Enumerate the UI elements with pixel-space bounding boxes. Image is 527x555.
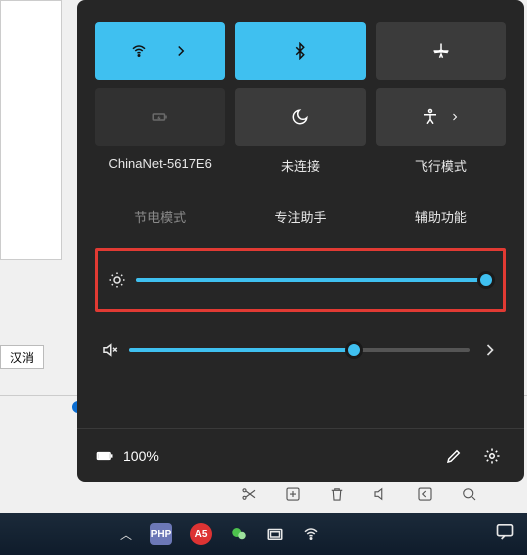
taskbar[interactable]: ︿ PHP A5 <box>0 513 527 555</box>
edit-button[interactable] <box>440 442 468 470</box>
chevron-right-icon <box>172 42 190 60</box>
gear-icon <box>483 447 501 465</box>
back-icon <box>416 485 434 503</box>
focus-assist-label: 专注助手 <box>235 207 365 226</box>
focus-assist-tile[interactable] <box>235 88 365 146</box>
brightness-thumb[interactable] <box>477 271 495 289</box>
accessibility-tile[interactable] <box>376 88 506 146</box>
search-icon <box>460 485 478 503</box>
brightness-row <box>95 248 506 312</box>
wechat-icon[interactable] <box>230 525 248 543</box>
settings-button[interactable] <box>478 442 506 470</box>
chevron-right-icon <box>449 111 461 123</box>
pencil-icon <box>445 447 463 465</box>
volume-mute-icon[interactable] <box>101 341 119 359</box>
volume-fill <box>129 348 354 352</box>
volume-slider[interactable] <box>129 348 470 352</box>
wifi-label: ChinaNet-5617E6 <box>95 156 225 175</box>
background-cancel-button[interactable]: 汉消 <box>0 345 44 369</box>
speaker-icon <box>372 485 390 503</box>
bluetooth-tile[interactable] <box>235 22 365 80</box>
volume-expand-icon[interactable] <box>480 340 500 360</box>
taskbar-php-icon[interactable]: PHP <box>150 523 172 545</box>
trash-icon <box>328 485 346 503</box>
battery-text: 100% <box>123 448 159 464</box>
battery-saver-label: 节电模式 <box>95 207 225 226</box>
volume-row <box>95 328 506 372</box>
accessibility-label: 辅助功能 <box>376 207 506 226</box>
volume-thumb[interactable] <box>345 341 363 359</box>
taskbar-wifi-icon[interactable] <box>302 525 320 543</box>
brightness-icon <box>108 271 126 289</box>
battery-saver-tile[interactable] <box>95 88 225 146</box>
taskbar-folder-icon[interactable] <box>266 525 284 543</box>
scissors-icon <box>240 485 258 503</box>
battery-saver-icon <box>151 108 169 126</box>
bluetooth-icon <box>291 42 309 60</box>
airplane-tile[interactable] <box>376 22 506 80</box>
moon-icon <box>291 108 309 126</box>
brightness-fill <box>136 278 486 282</box>
panel-footer: 100% <box>77 428 524 482</box>
airplane-icon <box>432 42 450 60</box>
bluetooth-label: 未连接 <box>235 156 365 175</box>
quick-settings-panel: ChinaNet-5617E6 未连接 飞行模式 节电模式 专注助手 辅助功能 … <box>77 0 524 482</box>
wifi-icon <box>130 42 148 60</box>
background-window <box>0 0 62 260</box>
battery-status[interactable]: 100% <box>95 446 159 466</box>
airplane-label: 飞行模式 <box>376 156 506 175</box>
taskbar-a5-icon[interactable]: A5 <box>190 523 212 545</box>
notifications-icon[interactable] <box>495 522 515 547</box>
background-tray-icons <box>240 483 520 505</box>
battery-icon <box>95 446 115 466</box>
accessibility-icon <box>421 108 439 126</box>
add-icon <box>284 485 302 503</box>
brightness-slider[interactable] <box>136 278 493 282</box>
tray-chevron-icon[interactable]: ︿ <box>120 526 132 543</box>
wifi-tile[interactable] <box>95 22 225 80</box>
